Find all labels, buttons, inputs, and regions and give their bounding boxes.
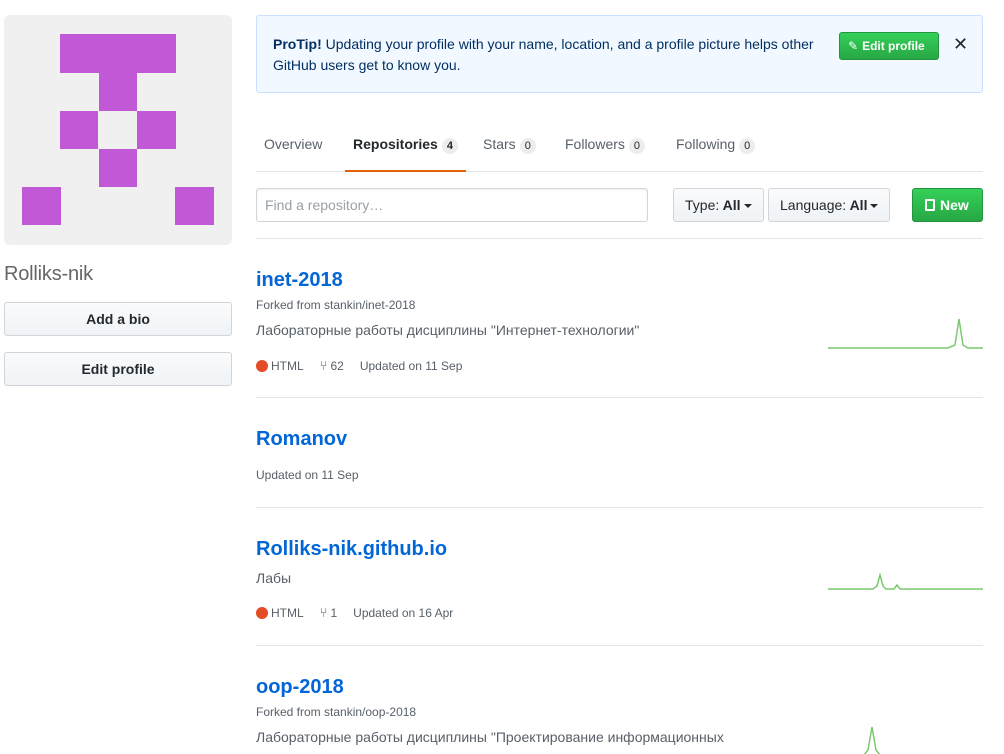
forked-from: Forked from stankin/oop-2018	[256, 705, 417, 719]
repo-language: HTML	[256, 359, 304, 373]
new-repo-label: New	[940, 197, 969, 213]
repo-name-link[interactable]: Romanov	[256, 428, 347, 451]
fork-icon: ⑂	[319, 605, 328, 620]
pencil-icon: ✎	[848, 39, 859, 53]
tab-label: Following	[676, 136, 736, 152]
avatar-pixel	[60, 111, 98, 149]
tab-label: Overview	[264, 136, 323, 152]
tab-count: 0	[519, 138, 536, 154]
activity-sparkline	[828, 318, 983, 349]
protip-banner: ProTip! Updating your profile with your …	[256, 15, 983, 93]
repo-item: oop-2018 Forked from stankin/oop-2018 Ла…	[256, 645, 983, 754]
repo-description: Лабораторные работы дисциплины "Проектир…	[256, 729, 724, 745]
repo-updated: Updated on 11 Sep	[359, 359, 463, 373]
activity-sparkline	[863, 726, 881, 754]
avatar-pixel	[175, 187, 214, 225]
add-bio-button[interactable]: Add a bio	[4, 302, 232, 336]
protip-label: ProTip!	[273, 36, 322, 52]
avatar-pixel	[137, 111, 176, 149]
repo-forks-count: 1	[330, 606, 338, 620]
language-color-icon	[256, 360, 268, 372]
type-filter-value: All	[722, 197, 741, 213]
repo-language-label: HTML	[271, 359, 304, 373]
type-filter-dropdown[interactable]: Type: All	[673, 188, 764, 222]
repo-name-link[interactable]: Rolliks-nik.github.io	[256, 538, 447, 561]
tab-following[interactable]: Following 0	[676, 136, 756, 172]
repo-meta: HTML ⑂ 1 Updated on 16 Apr	[256, 605, 453, 620]
repo-language: HTML	[256, 606, 304, 620]
avatar-pixel	[99, 73, 137, 111]
close-icon[interactable]: ✕	[953, 34, 968, 55]
caret-down-icon	[743, 204, 752, 209]
tab-repositories[interactable]: Repositories 4	[345, 136, 466, 172]
repo-description: Лабы	[256, 570, 292, 586]
profile-sidebar: Rolliks-nik Add a bio Edit profile	[4, 15, 232, 386]
language-filter-dropdown[interactable]: Language: All	[768, 188, 891, 222]
protip-text: Updating your profile with your name, lo…	[273, 36, 814, 73]
tab-stars[interactable]: Stars 0	[483, 136, 536, 172]
protip-edit-profile-button[interactable]: ✎ Edit profile	[839, 32, 939, 60]
repo-language-label: HTML	[271, 606, 304, 620]
repo-forks-count: 62	[330, 359, 344, 373]
tab-label: Stars	[483, 136, 516, 152]
protip-message: ProTip! Updating your profile with your …	[273, 34, 833, 76]
tab-count: 4	[441, 138, 458, 154]
activity-sparkline	[828, 572, 983, 590]
repo-name-link[interactable]: oop-2018	[256, 676, 344, 699]
tab-count: 0	[628, 138, 646, 154]
repo-description: Лабораторные работы дисциплины "Интернет…	[256, 322, 640, 338]
repo-meta: Updated on 11 Sep	[256, 468, 359, 482]
repo-meta: HTML ⑂ 62 Updated on 11 Sep	[256, 358, 462, 373]
tab-label: Followers	[565, 136, 625, 152]
language-color-icon	[256, 607, 268, 619]
profile-tabs: Overview Repositories 4 Stars 0 Followers 0…	[256, 118, 983, 172]
username: Rolliks-nik	[4, 263, 93, 285]
protip-edit-profile-label: Edit profile	[862, 39, 925, 53]
type-filter-label: Type:	[685, 197, 720, 213]
avatar[interactable]	[4, 15, 232, 245]
tab-label: Repositories	[353, 136, 438, 152]
repo-name-link[interactable]: inet-2018	[256, 269, 343, 292]
fork-icon: ⑂	[319, 358, 328, 373]
repo-item: Romanov Updated on 11 Sep	[256, 397, 983, 507]
repo-updated: Updated on 11 Sep	[256, 468, 359, 482]
repo-updated: Updated on 16 Apr	[353, 606, 454, 620]
avatar-pixel	[60, 34, 176, 73]
edit-profile-button[interactable]: Edit profile	[4, 352, 232, 386]
tab-followers[interactable]: Followers 0	[565, 136, 646, 172]
repo-search-input[interactable]	[256, 188, 648, 222]
language-filter-value: All	[849, 197, 868, 213]
tab-overview[interactable]: Overview	[264, 136, 322, 172]
repo-forks[interactable]: ⑂ 1	[320, 605, 338, 620]
language-filter-label: Language:	[780, 197, 847, 213]
avatar-pixel	[22, 187, 61, 225]
tab-count: 0	[739, 138, 756, 154]
repo-item: inet-2018 Forked from stankin/inet-2018 …	[256, 238, 983, 397]
repo-item: Rolliks-nik.github.io Лабы HTML ⑂ 1 Updated…	[256, 507, 983, 645]
repo-icon	[925, 199, 935, 211]
avatar-pixel	[99, 149, 137, 187]
forked-from: Forked from stankin/inet-2018	[256, 298, 416, 312]
new-repo-button[interactable]: New	[912, 188, 983, 222]
repo-forks[interactable]: ⑂ 62	[320, 358, 344, 373]
caret-down-icon	[870, 204, 879, 209]
